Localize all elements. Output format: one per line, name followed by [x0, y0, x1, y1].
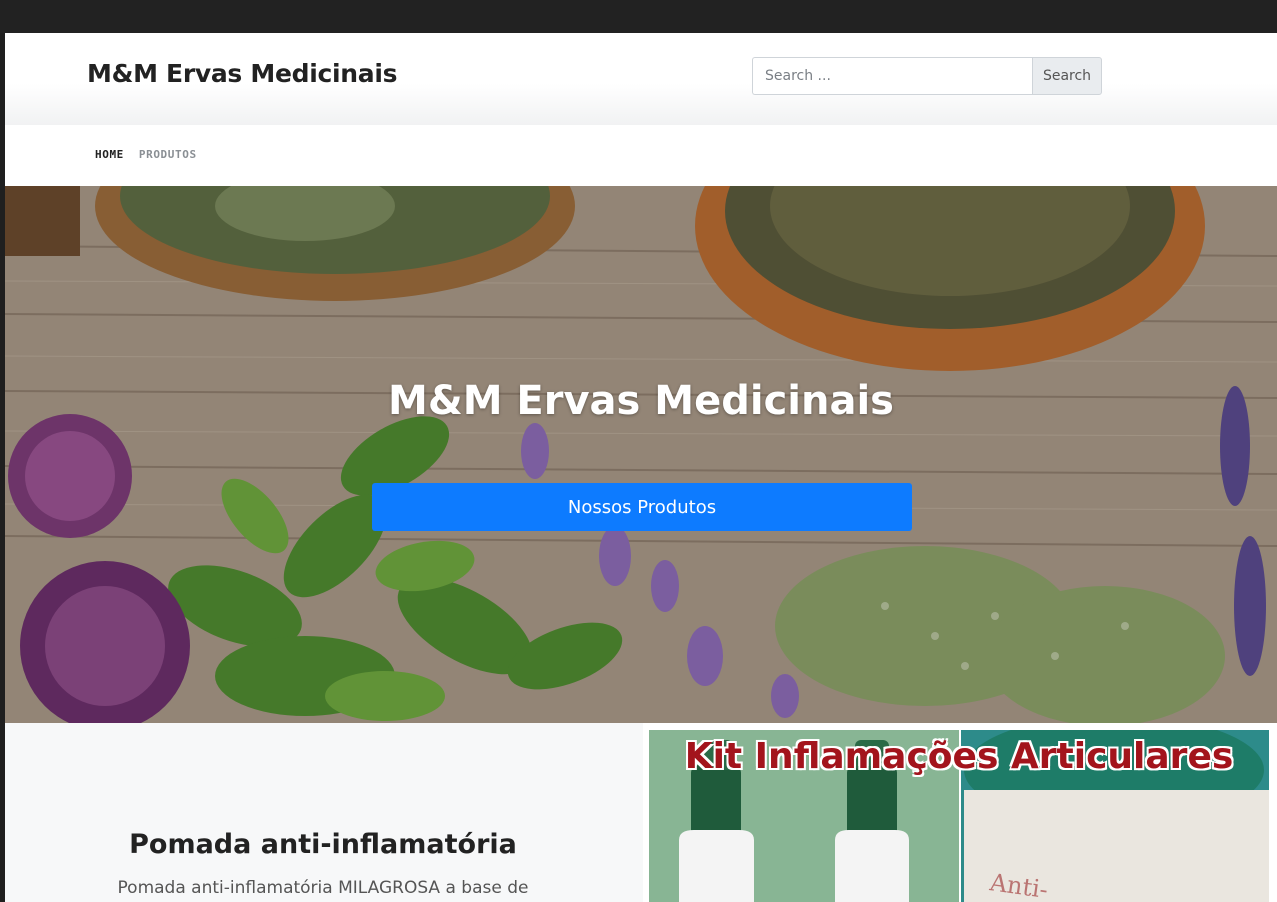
- product-image-caption: Kit Inflamações Articulares: [684, 736, 1234, 777]
- product-image[interactable]: Anti- Kit Inflamações Articulares: [649, 730, 1269, 902]
- hero-title: M&M Ervas Medicinais: [388, 378, 894, 424]
- search-button[interactable]: Search: [1032, 57, 1102, 95]
- site-header: M&M Ervas Medicinais Search: [5, 33, 1277, 125]
- product-feature-image: Anti- Kit Inflamações Articulares: [643, 723, 1277, 902]
- product-feature-text: Pomada anti-inflamatória Pomada anti-inf…: [5, 723, 643, 902]
- nav-item-produtos: PRODUTOS: [139, 148, 197, 161]
- product-description: Pomada anti-inflamatória MILAGROSA a bas…: [117, 878, 529, 898]
- nav-link-home[interactable]: HOME: [95, 148, 124, 161]
- nav-link-produtos[interactable]: PRODUTOS: [139, 148, 197, 161]
- browser-top-bar: [0, 0, 1277, 33]
- page: M&M Ervas Medicinais Search HOME PRODUTO…: [5, 33, 1277, 902]
- product-title[interactable]: Pomada anti-inflamatória: [5, 829, 641, 860]
- nav-item-home: HOME: [95, 148, 124, 161]
- search-form: Search: [752, 57, 1102, 95]
- site-title[interactable]: M&M Ervas Medicinais: [87, 59, 398, 88]
- search-input[interactable]: [752, 57, 1032, 95]
- hero-background-image: [5, 186, 1277, 723]
- main-nav: HOME PRODUTOS: [5, 125, 1277, 186]
- products-cta-button[interactable]: Nossos Produtos: [372, 483, 912, 531]
- hero-banner: M&M Ervas Medicinais Nossos Produtos: [5, 186, 1277, 723]
